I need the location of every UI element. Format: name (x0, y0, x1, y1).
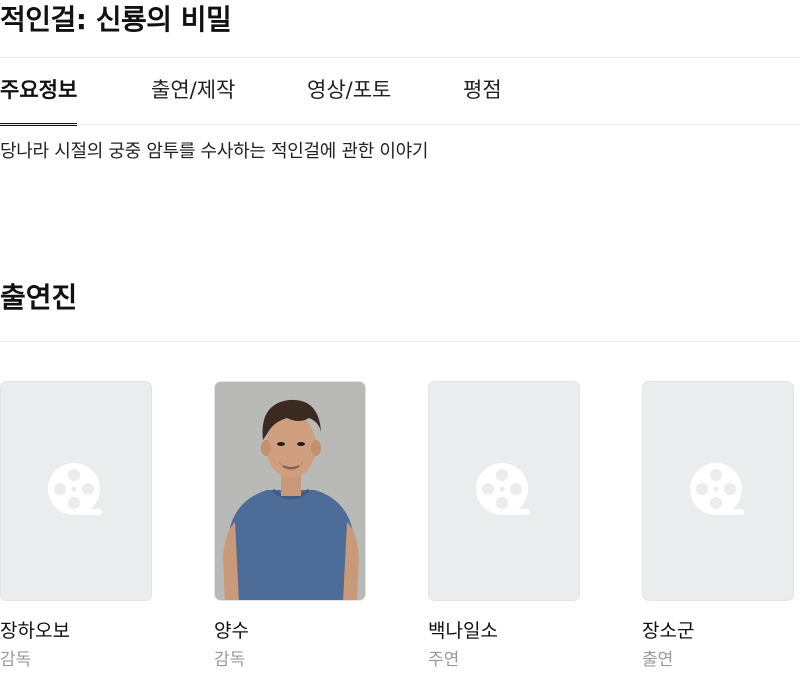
cast-name: 장소군 (642, 620, 695, 642)
cast-name: 장하오보 (0, 620, 70, 642)
cast-photo-placeholder (0, 381, 152, 601)
cast-card[interactable]: 장하오보 감독 (0, 381, 152, 672)
tab-rating[interactable]: 평점 (463, 58, 502, 125)
cast-photo-placeholder (642, 381, 794, 601)
cast-role: 감독 (0, 650, 32, 670)
cast-card[interactable]: 백나일소 주연 (428, 381, 580, 672)
film-reel-icon (48, 463, 102, 515)
tabs-divider (0, 124, 800, 125)
person-photo-image (215, 382, 365, 600)
tab-main-info[interactable]: 주요정보 (0, 58, 78, 126)
cast-name: 양수 (214, 620, 249, 642)
cast-photo (214, 381, 366, 601)
cast-photo-placeholder (428, 381, 580, 601)
tab-video-photo[interactable]: 영상/포토 (307, 58, 391, 125)
synopsis-text: 당나라 시절의 궁중 암투를 수사하는 적인걸에 관한 이야기 (0, 141, 429, 162)
film-reel-icon (476, 463, 530, 515)
cast-section-divider (0, 341, 800, 342)
cast-card[interactable]: 양수 감독 (214, 381, 366, 672)
cast-role: 출연 (642, 650, 674, 670)
tab-bar: 주요정보 출연/제작 영상/포토 평점 (0, 58, 800, 126)
cast-role: 감독 (214, 650, 246, 670)
cast-role: 주연 (428, 650, 460, 670)
cast-name: 백나일소 (428, 620, 498, 642)
film-reel-icon (690, 463, 744, 515)
cast-section-title: 출연진 (0, 281, 78, 314)
cast-card[interactable]: 장소군 출연 (642, 381, 794, 672)
tab-cast-production[interactable]: 출연/제작 (151, 58, 235, 125)
page-title: 적인걸: 신룡의 비밀 (0, 3, 232, 36)
